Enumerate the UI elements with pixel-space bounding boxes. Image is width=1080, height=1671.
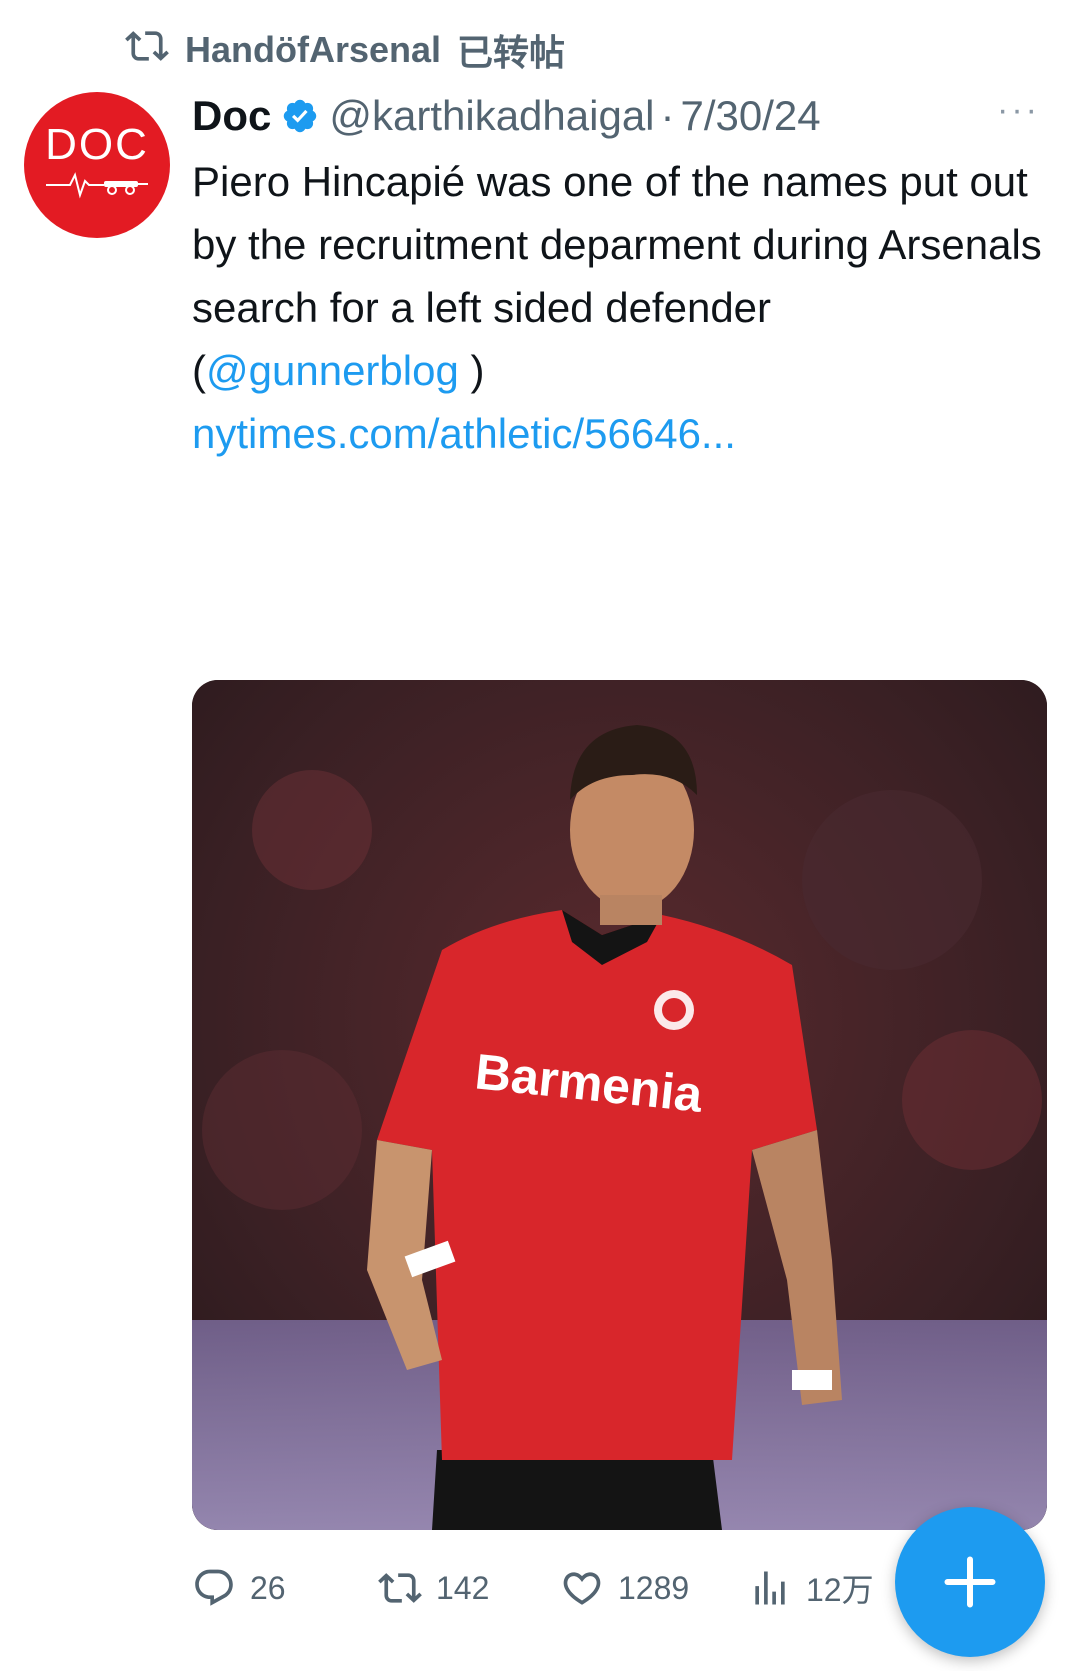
views-button[interactable]: 12万 xyxy=(748,1565,908,1611)
views-chart-icon xyxy=(755,1571,785,1605)
verified-badge-icon xyxy=(284,99,317,133)
mention-line: (@gunnerblog ) xyxy=(192,339,1052,402)
reply-count: 26 xyxy=(250,1569,286,1606)
compose-button[interactable] xyxy=(895,1507,1045,1657)
mention-close-paren: ) xyxy=(458,347,485,394)
repost-icon xyxy=(378,1573,422,1603)
repost-suffix: 已转帖 xyxy=(457,32,566,73)
reply-icon xyxy=(195,1569,233,1606)
url-line: nytimes.com/athletic/56646... xyxy=(192,402,1052,465)
heartbeat-cannon-icon xyxy=(46,172,148,199)
reply-button[interactable]: 26 xyxy=(192,1566,378,1610)
heart-icon xyxy=(563,1572,601,1605)
mention-link[interactable]: @gunnerblog xyxy=(206,347,459,394)
tweet-text: Piero Hincapié was one of the names put … xyxy=(192,150,1052,465)
avatar-logo-text: DOC xyxy=(45,120,149,169)
tweet-actions: 26 142 1289 12万 xyxy=(192,1558,908,1618)
mention-open-paren: ( xyxy=(192,347,206,394)
tweet-page: HandöfArsenal 已转帖 DOC Doc @karthikadhaig… xyxy=(0,0,1080,1671)
tweet-header: Doc @karthikadhaigal · 7/30/24 xyxy=(192,88,821,144)
player-photo: Barmenia xyxy=(192,680,1047,1530)
repost-button[interactable]: 142 xyxy=(378,1566,560,1610)
author-handle[interactable]: @karthikadhaigal xyxy=(329,92,654,140)
reposter-name[interactable]: HandöfArsenal xyxy=(185,29,441,71)
views-count: 12万 xyxy=(806,1572,874,1608)
like-count: 1289 xyxy=(618,1569,690,1606)
tweet-date[interactable]: 7/30/24 xyxy=(681,92,821,140)
article-link[interactable]: nytimes.com/athletic/56646... xyxy=(192,410,736,457)
repost-count: 142 xyxy=(436,1569,490,1606)
tweet-text-main: Piero Hincapié was one of the names put … xyxy=(192,158,1042,331)
author-display-name[interactable]: Doc xyxy=(192,92,271,140)
avatar[interactable]: DOC xyxy=(24,92,170,238)
like-button[interactable]: 1289 xyxy=(560,1566,748,1610)
repost-icon xyxy=(125,24,169,77)
tweet-media-image[interactable]: Barmenia xyxy=(192,680,1047,1530)
repost-header: HandöfArsenal 已转帖 xyxy=(125,26,565,74)
plus-icon xyxy=(944,1556,996,1608)
more-options-icon[interactable]: ··· xyxy=(997,93,1040,127)
separator-dot: · xyxy=(660,92,675,139)
